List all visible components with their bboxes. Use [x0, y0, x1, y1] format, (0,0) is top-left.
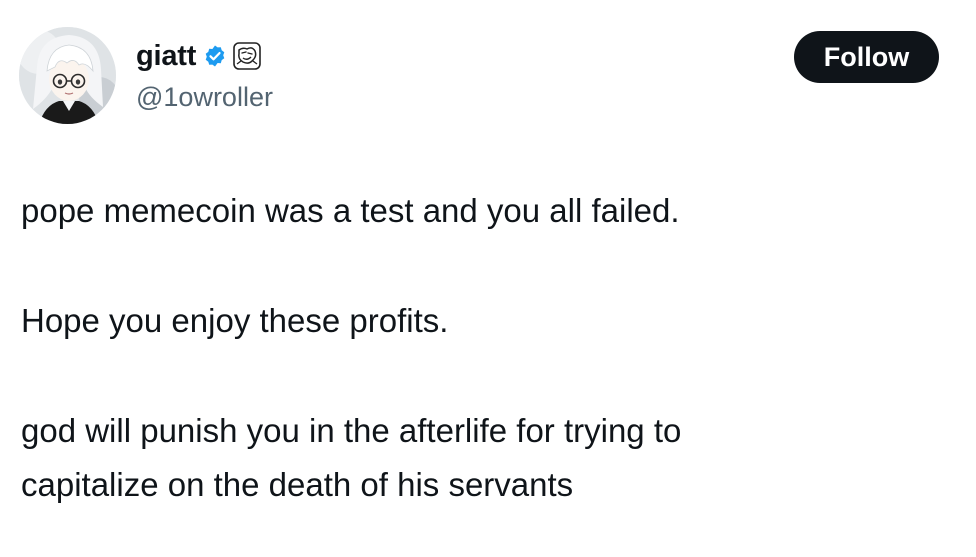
author-handle[interactable]: @1owroller	[136, 82, 273, 113]
avatar[interactable]	[19, 27, 116, 124]
tweet-text-line: Hope you enjoy these profits.	[21, 302, 449, 339]
avatar-image	[19, 27, 116, 124]
tweet-card: giatt @1owroller Follow pope memecoin wa…	[0, 0, 976, 557]
follow-button[interactable]: Follow	[794, 31, 939, 83]
affiliate-logo-icon[interactable]	[233, 42, 262, 70]
tweet-text-line: god will punish you in the afterlife for…	[21, 412, 682, 449]
author-display-name[interactable]: giatt	[136, 40, 196, 73]
verified-badge-icon[interactable]	[203, 44, 227, 68]
tweet-text-line: pope memecoin was a test and you all fai…	[21, 192, 680, 229]
tweet-text-line: capitalize on the death of his servants	[21, 466, 574, 503]
author-name-row: giatt	[136, 36, 262, 76]
